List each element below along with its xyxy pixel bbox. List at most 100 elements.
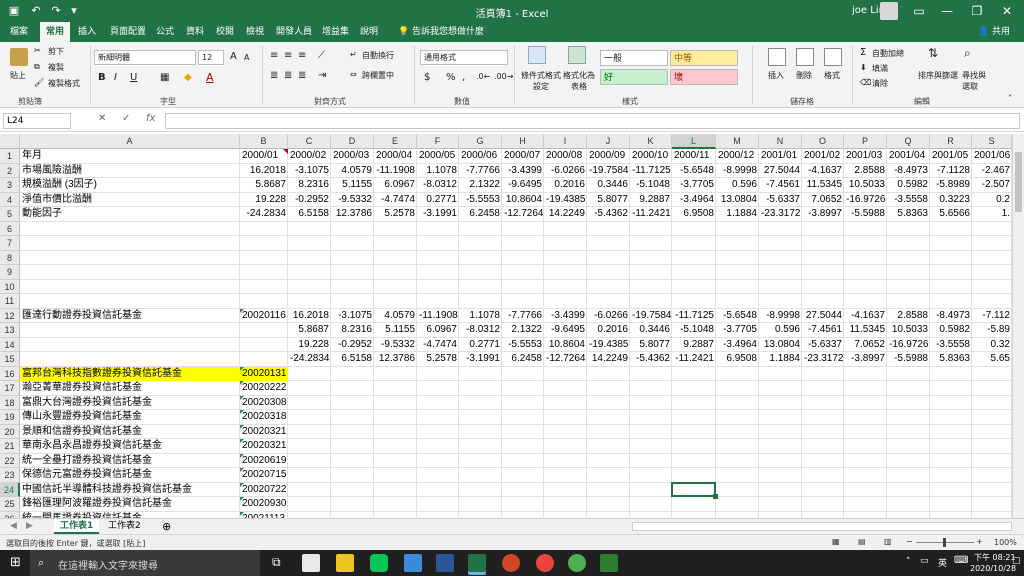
cell-J1[interactable]: 2000/09	[587, 149, 630, 164]
cell-H13[interactable]: 2.1322	[502, 323, 544, 338]
cell-B16[interactable]: 20020131	[240, 367, 288, 382]
cell-N5[interactable]: -23.3172	[759, 207, 802, 222]
autosum-icon[interactable]: Σ	[860, 47, 866, 58]
cell-B17[interactable]: 20020222	[240, 381, 288, 396]
column-header-P[interactable]: P	[844, 134, 887, 149]
cell-G2[interactable]: -7.7766	[459, 164, 502, 179]
cell-P2[interactable]: 2.8588	[844, 164, 887, 179]
cell-G3[interactable]: 2.1322	[459, 178, 502, 193]
italic-button[interactable]: I	[114, 72, 117, 83]
cell-C1[interactable]: 2000/02	[288, 149, 331, 164]
wrap-text-button[interactable]: 自動換行	[362, 50, 394, 61]
cell-O15[interactable]: -23.3172	[802, 352, 844, 367]
style-good[interactable]: 好	[600, 69, 668, 85]
cell-M14[interactable]: -3.4964	[716, 338, 759, 353]
column-header-I[interactable]: I	[544, 134, 587, 149]
cell-N4[interactable]: -5.6337	[759, 193, 802, 208]
row-header-13[interactable]: 13	[0, 323, 20, 338]
cell-C5[interactable]: 6.5158	[288, 207, 331, 222]
restore-icon[interactable]: ❐	[966, 2, 988, 20]
align-top-icon[interactable]: ≡	[270, 50, 278, 61]
page-break-view-icon[interactable]: ▥	[884, 537, 892, 546]
insert-function-icon[interactable]: fx	[146, 113, 155, 124]
formula-input[interactable]	[165, 113, 1020, 129]
style-neutral[interactable]: 中等	[670, 50, 738, 66]
paste-button[interactable]: 貼上	[10, 70, 26, 81]
column-header-M[interactable]: M	[716, 134, 759, 149]
row-header-9[interactable]: 9	[0, 265, 20, 280]
cell-Q3[interactable]: 0.5982	[887, 178, 930, 193]
vertical-scrollbar[interactable]	[1012, 134, 1024, 518]
tab-help[interactable]: 說明	[354, 22, 384, 42]
cell-A24[interactable]: 中國信託半導體科技證券投資信託基金	[20, 483, 240, 498]
keyboard-icon[interactable]: ⌨	[954, 555, 968, 566]
column-header-K[interactable]: K	[630, 134, 672, 149]
cell-H12[interactable]: -7.7766	[502, 309, 544, 324]
copy-button[interactable]: 複製	[48, 62, 64, 73]
row-header-21[interactable]: 21	[0, 439, 20, 454]
cell-H15[interactable]: 6.2458	[502, 352, 544, 367]
fill-icon[interactable]: ⬇	[860, 63, 867, 72]
merge-icon[interactable]: ⇔	[350, 70, 357, 79]
cell-F13[interactable]: 6.0967	[417, 323, 459, 338]
cell-F5[interactable]: -3.1991	[417, 207, 459, 222]
cell-K2[interactable]: -11.7125	[630, 164, 672, 179]
cell-I5[interactable]: 14.2249	[544, 207, 587, 222]
cell-B21[interactable]: 20020321	[240, 439, 288, 454]
cell-G15[interactable]: -3.1991	[459, 352, 502, 367]
row-header-11[interactable]: 11	[0, 294, 20, 309]
cell-C15[interactable]: -24.2834	[288, 352, 331, 367]
row-header-8[interactable]: 8	[0, 250, 20, 265]
tray-chevron-icon[interactable]: ˄	[906, 557, 911, 567]
photos-icon[interactable]	[600, 554, 618, 572]
row-header-23[interactable]: 23	[0, 468, 20, 483]
cell-A17[interactable]: 瀚亞菁華證券投資信託基金	[20, 381, 240, 396]
cell-G13[interactable]: -8.0312	[459, 323, 502, 338]
cell-B23[interactable]: 20020715	[240, 468, 288, 483]
sort-filter-button[interactable]: 排序與篩選	[918, 70, 958, 81]
horizontal-scrollbar[interactable]	[632, 522, 1012, 531]
cell-D2[interactable]: 4.0579	[331, 164, 374, 179]
cell-E4[interactable]: -4.7474	[374, 193, 417, 208]
cell-P14[interactable]: 7.0652	[844, 338, 887, 353]
paste-icon[interactable]	[10, 48, 28, 66]
cell-A16[interactable]: 富邦台灣科技指數證券投資信託基金	[20, 367, 240, 382]
cell-M2[interactable]: -8.9998	[716, 164, 759, 179]
avatar[interactable]	[880, 2, 898, 20]
format-as-table-button[interactable]: 格式化為表格	[562, 70, 596, 92]
cell-O3[interactable]: 11.5345	[802, 178, 844, 193]
ime-indicator[interactable]: 英	[938, 556, 947, 569]
cell-O14[interactable]: -5.6337	[802, 338, 844, 353]
row-header-14[interactable]: 14	[0, 337, 20, 352]
cell-H5[interactable]: -12.7264	[502, 207, 544, 222]
row-header-20[interactable]: 20	[0, 424, 20, 439]
cell-K3[interactable]: -5.1048	[630, 178, 672, 193]
cell-D5[interactable]: 12.3786	[331, 207, 374, 222]
format-painter-button[interactable]: 複製格式	[48, 78, 80, 89]
tell-me-search[interactable]: 告訴我您想做什麼	[406, 22, 490, 42]
style-bad[interactable]: 壞	[670, 69, 738, 85]
cell-K1[interactable]: 2000/10	[630, 149, 672, 164]
sheet-tab-2[interactable]: 工作表2	[102, 519, 147, 534]
row-header-5[interactable]: 5	[0, 207, 20, 222]
cell-P5[interactable]: -5.5988	[844, 207, 887, 222]
find-select-icon[interactable]: ⌕	[964, 46, 971, 61]
cell-E13[interactable]: 5.1155	[374, 323, 417, 338]
cell-G1[interactable]: 2000/06	[459, 149, 502, 164]
cell-D4[interactable]: -9.5332	[331, 193, 374, 208]
ribbon-display-icon[interactable]: ▭	[908, 2, 930, 20]
cell-C14[interactable]: 19.228	[288, 338, 331, 353]
cell-K5[interactable]: -11.2421	[630, 207, 672, 222]
cell-Q4[interactable]: -3.5558	[887, 193, 930, 208]
cell-M5[interactable]: 1.1884	[716, 207, 759, 222]
delete-cells-icon[interactable]	[796, 48, 814, 66]
cell-Q2[interactable]: -8.4973	[887, 164, 930, 179]
column-header-J[interactable]: J	[587, 134, 630, 149]
cell-H4[interactable]: 10.8604	[502, 193, 544, 208]
cell-B20[interactable]: 20020321	[240, 425, 288, 440]
cell-B3[interactable]: 5.8687	[240, 178, 288, 193]
cell-L13[interactable]: -5.1048	[672, 323, 716, 338]
find-select-button[interactable]: 尋找與選取	[962, 70, 990, 92]
row-header-4[interactable]: 4	[0, 192, 20, 207]
tab-review[interactable]: 校閱	[210, 22, 240, 42]
